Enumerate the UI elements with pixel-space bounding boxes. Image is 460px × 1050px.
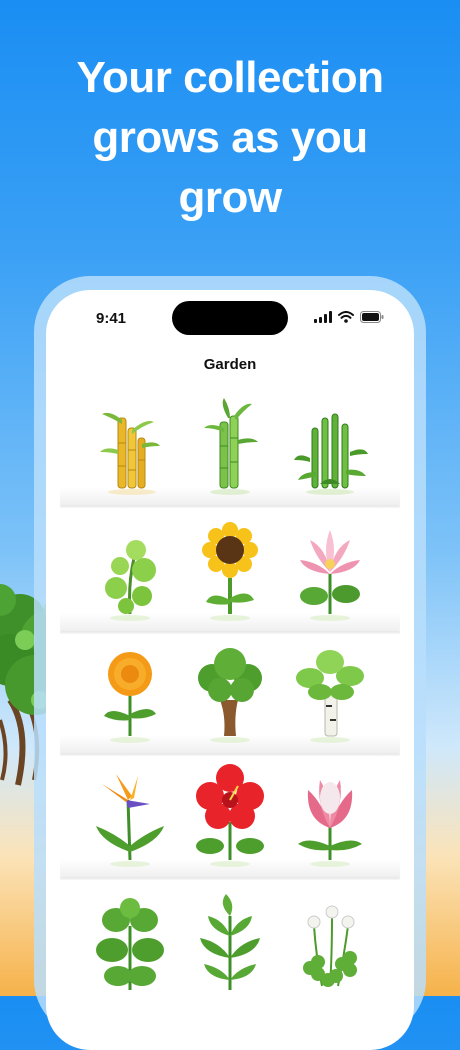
status-bar: 9:41: [46, 290, 414, 350]
basil-icon[interactable]: [80, 886, 180, 998]
headline-line-1: Your collection: [76, 53, 384, 102]
shelf-row: [60, 760, 400, 880]
headline-line-2: grows as you: [92, 113, 368, 162]
status-time: 9:41: [96, 310, 127, 327]
battery-icon: [360, 311, 384, 323]
bamboo-icon[interactable]: [80, 388, 180, 500]
mint-icon[interactable]: [180, 886, 280, 998]
page-title: Garden: [203, 356, 257, 373]
bamboo-icon[interactable]: [180, 388, 280, 500]
jade-plant-icon[interactable]: [80, 514, 180, 626]
clover-icon[interactable]: [280, 886, 380, 998]
shelf-row: [60, 636, 400, 756]
shelf-divider: [60, 631, 400, 634]
bonsai-tree-icon[interactable]: [180, 636, 280, 748]
shelf-row: [60, 886, 400, 1006]
shelf-divider: [60, 877, 400, 880]
shelf-divider: [60, 753, 400, 756]
wifi-icon: [338, 311, 354, 323]
headline: Your collection grows as you grow: [0, 48, 460, 228]
lotus-icon[interactable]: [280, 514, 380, 626]
bird-of-paradise-icon[interactable]: [80, 760, 180, 872]
bamboo-icon[interactable]: [280, 388, 380, 500]
phone-screen: 9:41 Garden: [46, 290, 414, 1050]
birch-tree-icon[interactable]: [280, 636, 380, 748]
protea-icon[interactable]: [280, 760, 380, 872]
hibiscus-icon[interactable]: [180, 760, 280, 872]
marigold-icon[interactable]: [80, 636, 180, 748]
signal-icon: [314, 311, 332, 323]
sunflower-icon[interactable]: [180, 514, 280, 626]
headline-line-3: grow: [178, 173, 282, 222]
shelf-divider: [60, 505, 400, 508]
dynamic-island: [172, 301, 288, 335]
shelf-row: [60, 514, 400, 634]
status-icons: [314, 311, 384, 323]
shelf-row: [60, 388, 400, 508]
